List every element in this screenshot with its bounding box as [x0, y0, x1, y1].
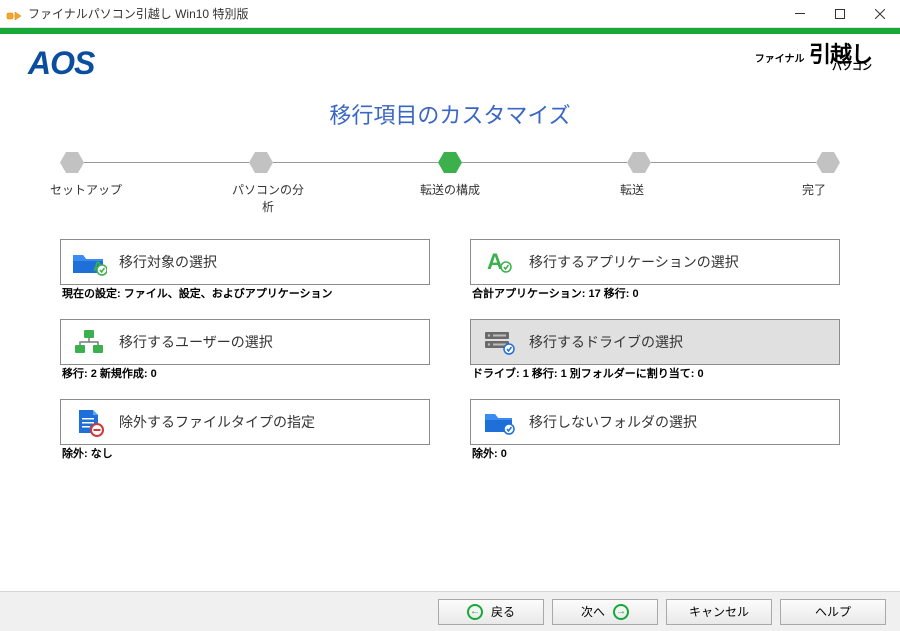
- option-label: 移行するユーザーの選択: [119, 332, 273, 352]
- cancel-button[interactable]: キャンセル: [666, 599, 772, 625]
- select-users-option[interactable]: 移行するユーザーの選択: [60, 319, 430, 365]
- option-subtitle: ドライブ: 1 移行: 1 別フォルダーに割り当て: 0: [470, 365, 840, 381]
- option-subtitle: 現在の設定: ファイル、設定、およびアプリケーション: [60, 285, 430, 301]
- option-label: 移行しないフォルダの選択: [529, 412, 697, 432]
- window-title: ファイナルパソコン引越し Win10 特別版: [28, 5, 780, 22]
- select-targets-option[interactable]: A 移行対象の選択: [60, 239, 430, 285]
- option-label: 移行対象の選択: [119, 252, 217, 272]
- file-exclude-icon: [71, 407, 107, 437]
- titlebar: ファイナルパソコン引越し Win10 特別版: [0, 0, 900, 28]
- step-label: 転送の構成: [410, 181, 490, 215]
- drives-icon: [481, 327, 517, 357]
- aos-logo: AOS: [28, 45, 94, 82]
- option-subtitle: 除外: なし: [60, 445, 430, 461]
- folder-check-icon: [481, 407, 517, 437]
- option-label: 移行するアプリケーションの選択: [529, 252, 739, 272]
- option-label: 移行するドライブの選択: [529, 332, 683, 352]
- back-button[interactable]: ← 戻る: [438, 599, 544, 625]
- app-a-icon: A: [481, 247, 517, 277]
- page-title: 移行項目のカスタマイズ: [0, 98, 900, 130]
- option-subtitle: 除外: 0: [470, 445, 840, 461]
- step-hexagon: [627, 152, 651, 173]
- arrow-right-icon: →: [613, 604, 629, 620]
- maximize-button[interactable]: [820, 0, 860, 27]
- minimize-button[interactable]: [780, 0, 820, 27]
- folder-a-icon: A: [71, 247, 107, 277]
- step-hexagon: [249, 152, 273, 173]
- users-tree-icon: [71, 327, 107, 357]
- select-apps-option[interactable]: A 移行するアプリケーションの選択: [470, 239, 840, 285]
- step-hexagon: [60, 152, 84, 173]
- option-subtitle: 移行: 2 新規作成: 0: [60, 365, 430, 381]
- step-hexagon: [816, 152, 840, 173]
- header: AOS ファイナル 引越し パソコン: [0, 34, 900, 90]
- brand-logo: ファイナル 引越し パソコン: [755, 44, 872, 82]
- next-button[interactable]: 次へ →: [552, 599, 658, 625]
- help-button[interactable]: ヘルプ: [780, 599, 886, 625]
- option-subtitle: 合計アプリケーション: 17 移行: 0: [470, 285, 840, 301]
- app-icon: [6, 6, 22, 22]
- step-hexagon-current: [438, 152, 462, 173]
- step-label: 転送: [592, 181, 672, 215]
- progress-track: [0, 152, 900, 173]
- options-grid: A 移行対象の選択 現在の設定: ファイル、設定、およびアプリケーション A 移…: [0, 239, 900, 471]
- progress-labels: セットアップ パソコンの分析 転送の構成 転送 完了: [0, 181, 900, 215]
- step-label: パソコンの分析: [228, 181, 308, 215]
- footer: ← 戻る 次へ → キャンセル ヘルプ: [0, 591, 900, 631]
- svg-text:A: A: [487, 249, 503, 274]
- step-label: セットアップ: [46, 181, 126, 215]
- exclude-types-option[interactable]: 除外するファイルタイプの指定: [60, 399, 430, 445]
- exclude-folders-option[interactable]: 移行しないフォルダの選択: [470, 399, 840, 445]
- arrow-left-icon: ←: [467, 604, 483, 620]
- close-button[interactable]: [860, 0, 900, 27]
- window-controls: [780, 0, 900, 27]
- select-drives-option[interactable]: 移行するドライブの選択: [470, 319, 840, 365]
- step-label: 完了: [774, 181, 854, 215]
- option-label: 除外するファイルタイプの指定: [119, 412, 315, 432]
